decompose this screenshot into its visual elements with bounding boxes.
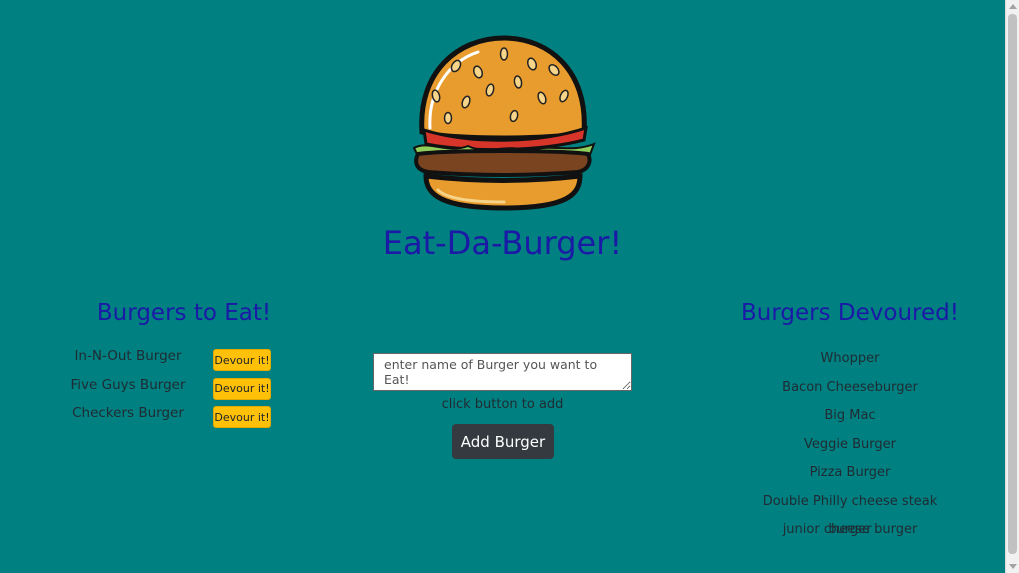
scroll-down-icon[interactable] <box>1009 564 1017 569</box>
helper-text: click button to add <box>441 397 564 412</box>
burger-name: In-N-Out Burger <box>74 348 182 364</box>
burger-name-input[interactable] <box>373 353 632 391</box>
add-burger-button[interactable]: Add Burger <box>452 424 554 459</box>
list-item: junior cheese burger <box>782 522 918 537</box>
list-item: Double Philly cheese steak burger <box>762 493 938 538</box>
burgers-devoured-heading: Burgers Devoured! <box>741 300 959 326</box>
burgers-to-eat-heading: Burgers to Eat! <box>96 300 272 326</box>
page-title: Eat-Da-Burger! <box>382 224 623 262</box>
burger-name: Checkers Burger <box>72 405 184 421</box>
list-item: Bacon Cheeseburger <box>782 379 918 395</box>
list-item: Five Guys Burger Devour it! <box>60 374 300 403</box>
list-item: In-N-Out Burger Devour it! <box>60 345 300 374</box>
list-item: Checkers Burger Devour it! <box>60 402 300 431</box>
list-item: Veggie Burger <box>804 436 896 452</box>
burger-logo-icon <box>412 35 596 211</box>
burger-name: Five Guys Burger <box>70 376 186 393</box>
scroll-up-icon[interactable] <box>1009 4 1017 9</box>
scroll-thumb[interactable] <box>1008 14 1017 554</box>
devour-button[interactable]: Devour it! <box>213 377 271 400</box>
vertical-scrollbar[interactable] <box>1005 0 1019 573</box>
burgers-devoured-list: Whopper Bacon Cheeseburger Big Mac Veggi… <box>740 345 960 545</box>
list-item: Whopper <box>820 351 880 366</box>
page: Eat-Da-Burger! Burgers to Eat! In-N-Out … <box>0 0 1005 573</box>
burgers-to-eat-list: In-N-Out Burger Devour it! Five Guys Bur… <box>60 345 300 431</box>
devour-button[interactable]: Devour it! <box>213 406 271 428</box>
list-item: Big Mac <box>824 408 876 423</box>
list-item: Pizza Burger <box>809 465 891 480</box>
devour-button[interactable]: Devour it! <box>213 349 271 371</box>
